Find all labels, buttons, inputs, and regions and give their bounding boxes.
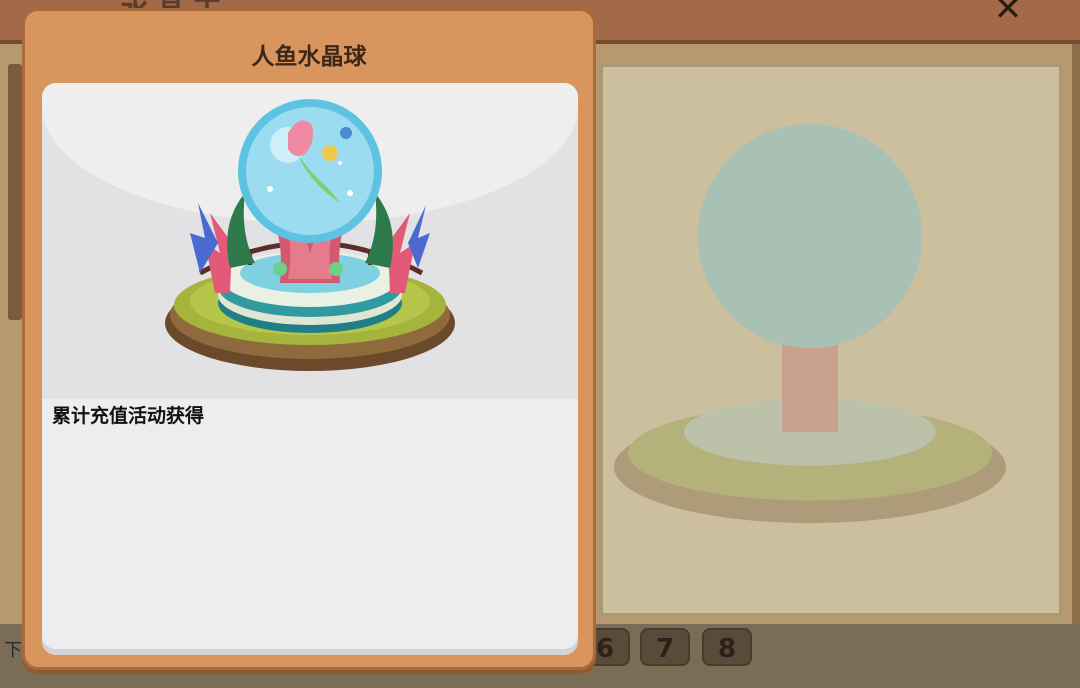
item-detail-modal: 人鱼水晶球 累计充值活动获得 [22, 8, 596, 670]
background-item-preview [614, 124, 1006, 523]
item-name: 人鱼水晶球 [251, 44, 367, 70]
item-acquisition-text: 累计充值活动获得 [52, 405, 205, 427]
close-icon[interactable]: ✕ [976, 0, 1040, 26]
sidebar-tab[interactable] [8, 64, 22, 320]
footer-label: 下 [4, 640, 22, 661]
item-detail-body: 累计充值活动获得 [42, 83, 578, 655]
item-art-area [42, 83, 578, 399]
page-button-7[interactable]: 7 [640, 628, 690, 666]
page-button-8[interactable]: 8 [702, 628, 752, 666]
mermaid-crystal-ball-icon [165, 99, 455, 371]
